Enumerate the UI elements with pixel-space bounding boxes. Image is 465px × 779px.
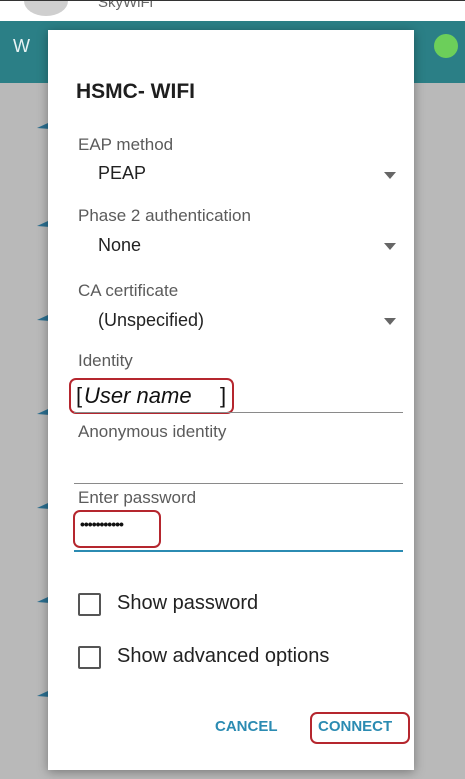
password-highlight-box [73,510,161,548]
show-advanced-checkbox[interactable] [78,646,101,669]
anonymous-identity-label: Anonymous identity [78,422,227,441]
background-avatar-icon [24,0,68,16]
show-advanced-label[interactable]: Show advanced options [117,645,329,668]
ca-certificate-dropdown-icon[interactable] [384,318,396,325]
background-status-area: SkyWiFi [0,0,465,21]
password-label: Enter password [78,488,197,507]
anonymous-identity-underline [74,483,403,484]
top-border [0,0,465,1]
identity-highlight-box [69,378,234,414]
wifi-toggle-icon [434,34,458,58]
eap-method-select[interactable]: PEAP [98,163,146,184]
cancel-button[interactable]: CANCEL [215,718,278,735]
ca-certificate-select[interactable]: (Unspecified) [98,310,204,331]
show-password-label[interactable]: Show password [117,592,258,615]
password-underline [74,550,403,552]
background-network-name: SkyWiFi [98,0,153,11]
identity-label: Identity [78,351,133,370]
identity-underline [74,412,403,413]
anonymous-identity-input[interactable] [74,446,403,482]
show-password-checkbox[interactable] [78,593,101,616]
connect-highlight-box [310,712,410,744]
phase2-label: Phase 2 authentication [78,206,251,225]
eap-method-label: EAP method [78,135,174,154]
eap-method-dropdown-icon[interactable] [384,172,396,179]
phase2-select[interactable]: None [98,235,141,256]
ca-certificate-label: CA certificate [78,281,179,300]
background-app-title: W [13,36,30,56]
phase2-dropdown-icon[interactable] [384,243,396,250]
dialog-title: HSMC- WIFI [76,80,195,103]
